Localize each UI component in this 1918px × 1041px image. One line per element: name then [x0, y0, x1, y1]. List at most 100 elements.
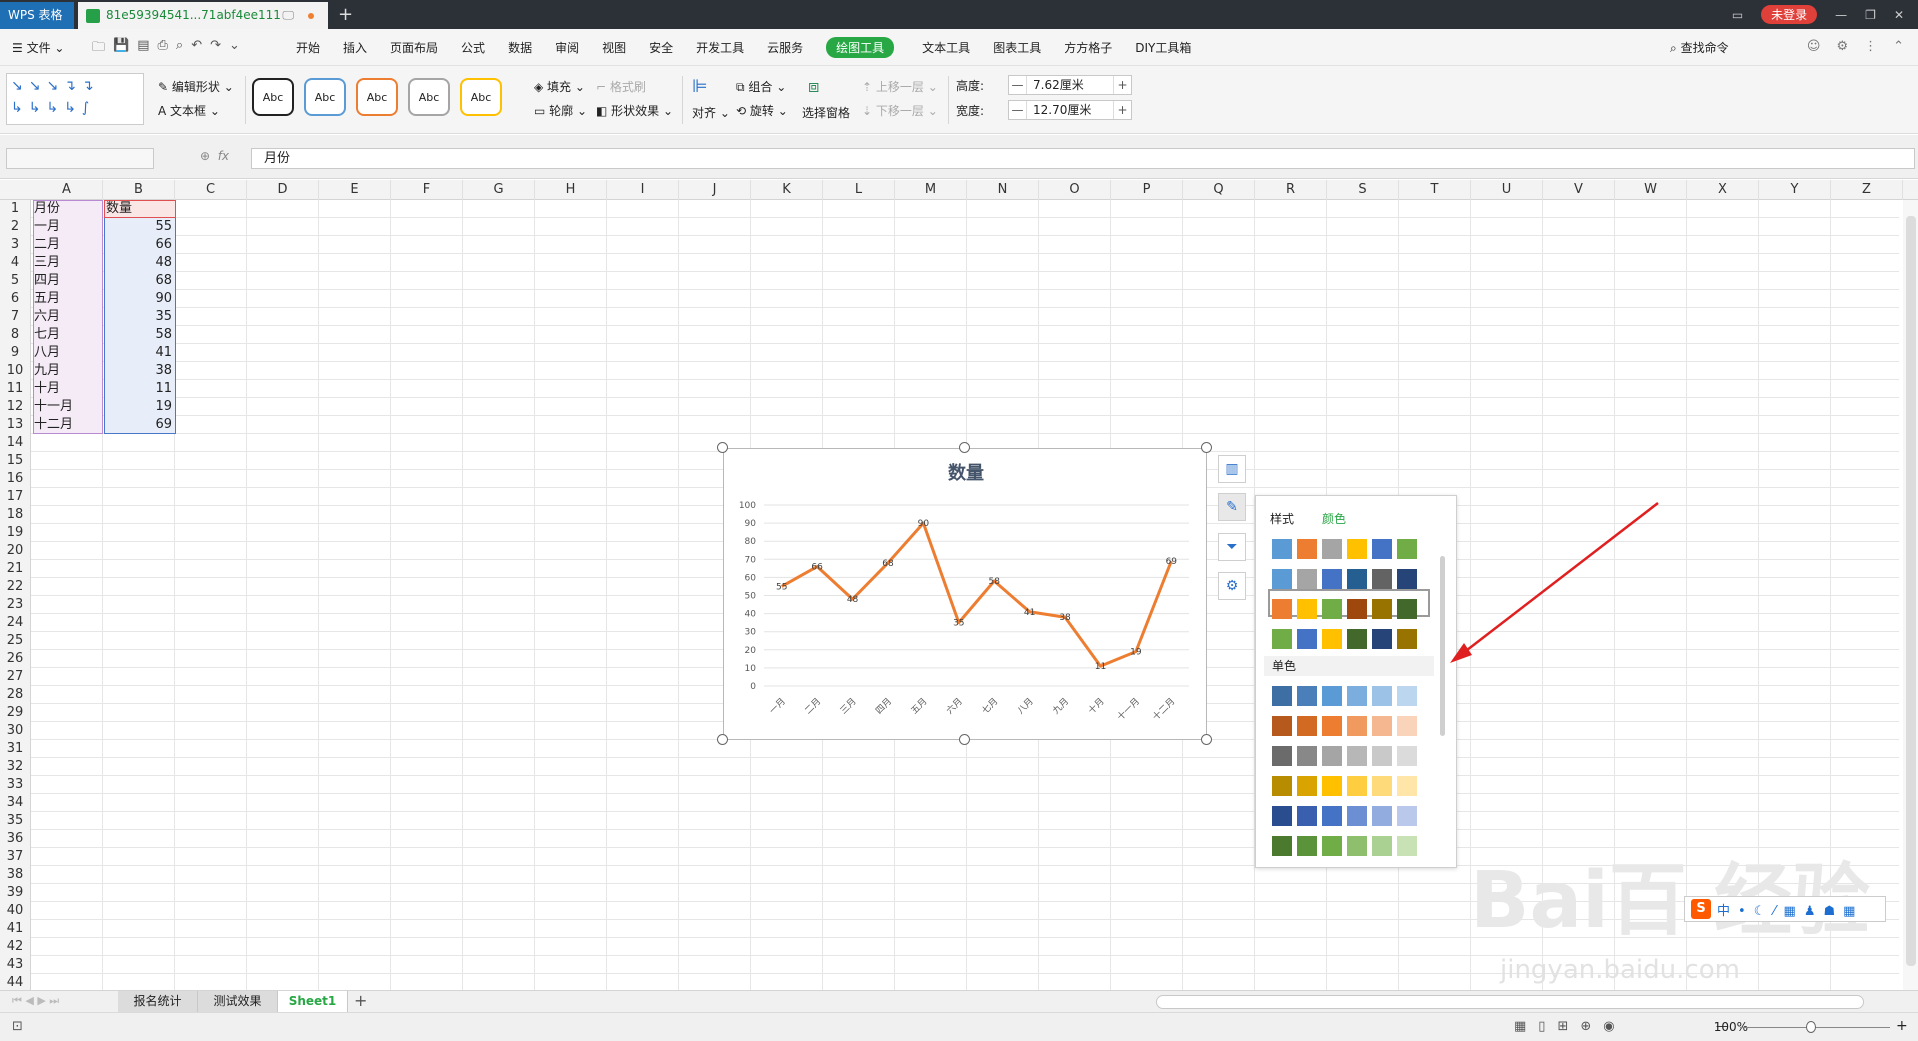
color-scheme-swatch[interactable]	[1272, 599, 1292, 619]
row-header-28[interactable]: 28	[0, 686, 30, 704]
redo-icon[interactable]: ↷	[210, 38, 221, 60]
mono-color-swatch[interactable]	[1322, 836, 1342, 856]
ime-item-icon[interactable]: ☗	[1823, 904, 1835, 919]
edit-shape-button[interactable]: ✎ 编辑形状 ⌄	[158, 78, 234, 96]
page-view-icon[interactable]: ▯	[1538, 1019, 1545, 1034]
fx-icon[interactable]: fx	[218, 149, 229, 163]
vertical-scroll-thumb[interactable]	[1906, 216, 1916, 966]
column-header-G[interactable]: G	[463, 180, 535, 200]
row-header-18[interactable]: 18	[0, 506, 30, 524]
row-header-26[interactable]: 26	[0, 650, 30, 668]
help-icon[interactable]: ☺	[1807, 39, 1821, 54]
resize-handle-top-right[interactable]	[1201, 442, 1212, 453]
group-button[interactable]: ⧉ 组合 ⌄	[736, 78, 786, 96]
menu-item-4[interactable]: 数据	[508, 39, 532, 56]
selection-pane-button[interactable]: 选择窗格	[802, 104, 850, 122]
height-decrease-button[interactable]: —	[1009, 76, 1027, 94]
row-header-43[interactable]: 43	[0, 956, 30, 974]
align-button[interactable]: 对齐 ⌄	[692, 104, 730, 122]
column-header-Z[interactable]: Z	[1831, 180, 1903, 200]
color-scheme-swatch[interactable]	[1397, 569, 1417, 589]
color-scheme-swatch[interactable]	[1347, 599, 1367, 619]
mono-color-swatch[interactable]	[1297, 716, 1317, 736]
cell-month[interactable]: 六月	[31, 308, 103, 326]
mono-color-swatch[interactable]	[1297, 776, 1317, 796]
mono-color-swatch[interactable]	[1372, 836, 1392, 856]
row-header-20[interactable]: 20	[0, 542, 30, 560]
line-chart[interactable]: 数量 0 10 20 30 40 50 60 70 80 90 100 一月 二月 三月 四月 五月 六月 七月 八月…	[723, 448, 1207, 740]
cell-quantity[interactable]: 38	[103, 362, 175, 380]
page-break-icon[interactable]: ⊞	[1557, 1019, 1568, 1034]
mono-color-swatch[interactable]	[1397, 806, 1417, 826]
cell-month[interactable]: 二月	[31, 236, 103, 254]
color-scheme-swatch[interactable]	[1272, 539, 1292, 559]
ime-item-icon[interactable]: ▦	[1843, 904, 1855, 919]
column-header-Q[interactable]: Q	[1183, 180, 1255, 200]
menu-item-3[interactable]: 公式	[461, 39, 485, 56]
print-icon[interactable]: ⎙	[158, 38, 168, 60]
shape-effect-button[interactable]: ◧ 形状效果 ⌄	[596, 102, 673, 120]
cell-quantity[interactable]: 11	[103, 380, 175, 398]
row-header-16[interactable]: 16	[0, 470, 30, 488]
cell-month[interactable]: 十二月	[31, 416, 103, 434]
color-scheme-swatch[interactable]	[1347, 539, 1367, 559]
cell-quantity[interactable]: 19	[103, 398, 175, 416]
mono-color-swatch[interactable]	[1347, 686, 1367, 706]
row-header-19[interactable]: 19	[0, 524, 30, 542]
column-header-U[interactable]: U	[1471, 180, 1543, 200]
row-header-14[interactable]: 14	[0, 434, 30, 452]
column-header-L[interactable]: L	[823, 180, 895, 200]
more-icon[interactable]: ⋮	[1864, 39, 1877, 54]
row-header-1[interactable]: 1	[0, 200, 30, 218]
mono-color-swatch[interactable]	[1297, 746, 1317, 766]
column-header-M[interactable]: M	[895, 180, 967, 200]
width-spinner[interactable]: — 12.70厘米 +	[1008, 100, 1132, 120]
column-header-J[interactable]: J	[679, 180, 751, 200]
color-scheme-swatch[interactable]	[1297, 569, 1317, 589]
chart-style-icon[interactable]: ✎	[1218, 493, 1246, 521]
ime-item-icon[interactable]: •	[1738, 904, 1746, 919]
cell-month[interactable]: 十月	[31, 380, 103, 398]
cell-quantity[interactable]: 41	[103, 344, 175, 362]
mono-color-swatch[interactable]	[1372, 686, 1392, 706]
mono-color-swatch[interactable]	[1372, 716, 1392, 736]
mono-color-swatch[interactable]	[1272, 716, 1292, 736]
mono-color-swatch[interactable]	[1297, 806, 1317, 826]
color-scheme-swatch[interactable]	[1372, 599, 1392, 619]
row-header-32[interactable]: 32	[0, 758, 30, 776]
row-header-11[interactable]: 11	[0, 380, 30, 398]
cell-b1[interactable]: 数量	[103, 200, 175, 218]
shape-gallery[interactable]: ↘↘↘↴↴ ↳↳↳↳∫	[6, 73, 144, 125]
color-scheme-swatch[interactable]	[1322, 599, 1342, 619]
row-header-24[interactable]: 24	[0, 614, 30, 632]
cell-month[interactable]: 五月	[31, 290, 103, 308]
cell-quantity[interactable]: 48	[103, 254, 175, 272]
row-header-36[interactable]: 36	[0, 830, 30, 848]
resize-handle-top-left[interactable]	[717, 442, 728, 453]
row-header-41[interactable]: 41	[0, 920, 30, 938]
color-scheme-swatch[interactable]	[1347, 569, 1367, 589]
row-header-37[interactable]: 37	[0, 848, 30, 866]
cell-month[interactable]: 九月	[31, 362, 103, 380]
cell-month[interactable]: 十一月	[31, 398, 103, 416]
height-increase-button[interactable]: +	[1113, 76, 1131, 94]
row-header-42[interactable]: 42	[0, 938, 30, 956]
row-header-33[interactable]: 33	[0, 776, 30, 794]
rotate-button[interactable]: ⟲ 旋转 ⌄	[736, 102, 788, 120]
color-scheme-swatch[interactable]	[1272, 569, 1292, 589]
vertical-scrollbar[interactable]	[1903, 200, 1918, 990]
mono-color-swatch[interactable]	[1297, 836, 1317, 856]
ime-item-icon[interactable]: ▦	[1784, 904, 1796, 919]
height-value[interactable]: 7.62厘米	[1033, 76, 1084, 94]
row-header-8[interactable]: 8	[0, 326, 30, 344]
column-header-D[interactable]: D	[247, 180, 319, 200]
mono-color-swatch[interactable]	[1397, 776, 1417, 796]
mono-color-swatch[interactable]	[1397, 716, 1417, 736]
cell-quantity[interactable]: 68	[103, 272, 175, 290]
column-header-P[interactable]: P	[1111, 180, 1183, 200]
open-icon[interactable]: 🗀	[92, 38, 105, 60]
new-tab-button[interactable]: +	[338, 0, 353, 29]
cell-month[interactable]: 四月	[31, 272, 103, 290]
column-header-A[interactable]: A	[31, 180, 103, 200]
chart-elements-icon[interactable]: ▥	[1218, 455, 1246, 483]
